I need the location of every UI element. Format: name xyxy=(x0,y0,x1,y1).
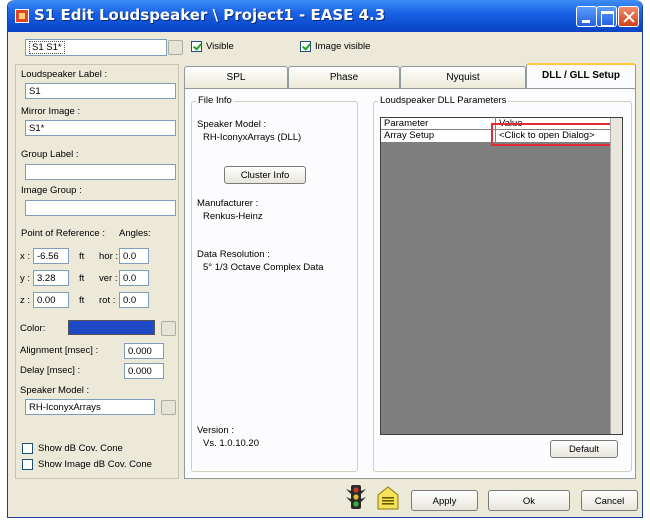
group-label-label: Group Label : xyxy=(21,149,79,160)
delay-input[interactable]: 0.000 xyxy=(124,363,164,379)
maximize-button[interactable] xyxy=(596,6,617,27)
left-properties-panel: Loudspeaker Label : S1 Mirror Image : S1… xyxy=(15,64,179,479)
color-picker-button[interactable] xyxy=(161,321,176,336)
document-icon[interactable] xyxy=(376,486,400,510)
show-db-cov-cone-label: Show dB Cov. Cone xyxy=(38,443,123,454)
close-button[interactable] xyxy=(618,6,639,27)
manufacturer-label: Manufacturer : xyxy=(197,198,259,209)
version-value: Vs. 1.0.10.20 xyxy=(203,438,259,449)
cluster-info-button[interactable]: Cluster Info xyxy=(224,166,306,184)
cancel-button[interactable]: Cancel xyxy=(581,490,638,511)
group-label-input[interactable] xyxy=(25,164,176,180)
hor-label: hor : xyxy=(99,251,119,262)
file-info-group xyxy=(191,101,358,472)
delay-label: Delay [msec] : xyxy=(20,365,81,376)
tab-nyquist-label: Nyquist xyxy=(446,72,480,83)
y-unit: ft xyxy=(79,273,85,284)
visible-label: Visible xyxy=(206,41,234,52)
z-unit: ft xyxy=(79,295,85,306)
speaker-model-label: Speaker Model : xyxy=(20,385,90,396)
visible-checkbox[interactable] xyxy=(191,41,202,52)
tab-phase[interactable]: Phase xyxy=(288,66,400,88)
x-input[interactable]: -6.56 xyxy=(33,248,69,264)
parameters-grid[interactable]: Parameter Value Array Setup <Click to op… xyxy=(380,117,623,435)
color-label: Color: xyxy=(20,323,46,334)
manufacturer-value: Renkus-Heinz xyxy=(203,211,263,222)
x-unit: ft xyxy=(79,251,85,262)
ver-label: ver : xyxy=(99,273,118,284)
y-input[interactable]: 3.28 xyxy=(33,270,69,286)
loudspeaker-label-label: Loudspeaker Label : xyxy=(21,69,108,80)
speaker-model-info-value: RH-IconyxArrays (DLL) xyxy=(203,132,302,143)
y-label: y : xyxy=(20,273,31,284)
tab-nyquist[interactable]: Nyquist xyxy=(400,66,526,88)
selector-dropdown-button[interactable] xyxy=(168,40,183,55)
z-input[interactable]: 0.00 xyxy=(33,292,69,308)
show-db-cov-cone-checkbox[interactable] xyxy=(22,443,33,454)
app-icon xyxy=(15,9,29,23)
mirror-image-label: Mirror Image : xyxy=(21,106,81,117)
highlight-box xyxy=(491,123,619,146)
image-visible-label: Image visible xyxy=(315,41,371,52)
traffic-light-icon[interactable] xyxy=(346,485,366,511)
rot-input[interactable]: 0.0 xyxy=(119,292,149,308)
edit-loudspeaker-window: S1 Edit Loudspeaker \ Project1 - EASE 4.… xyxy=(7,0,643,518)
image-visible-checkbox[interactable] xyxy=(300,41,311,52)
version-label: Version : xyxy=(197,425,234,436)
z-label: z : xyxy=(20,295,31,306)
hor-input[interactable]: 0.0 xyxy=(119,248,149,264)
tab-dll-gll-setup-label: DLL / GLL Setup xyxy=(542,70,620,81)
ver-input[interactable]: 0.0 xyxy=(119,270,149,286)
mirror-image-input[interactable]: S1* xyxy=(25,120,176,136)
apply-button[interactable]: Apply xyxy=(411,490,478,511)
show-image-db-cov-cone-checkbox[interactable] xyxy=(22,459,33,470)
show-image-db-cov-cone-label: Show Image dB Cov. Cone xyxy=(38,459,152,470)
loudspeaker-selector-value: S1 S1* xyxy=(29,41,65,54)
grid-scrollbar[interactable] xyxy=(610,118,622,434)
angles-label: Angles: xyxy=(119,228,151,239)
title-bar[interactable]: S1 Edit Loudspeaker \ Project1 - EASE 4.… xyxy=(8,0,642,32)
alignment-input[interactable]: 0.000 xyxy=(124,343,164,359)
minimize-button[interactable] xyxy=(576,6,597,27)
tab-spl[interactable]: SPL xyxy=(184,66,288,88)
file-info-title: File Info xyxy=(196,95,234,106)
speaker-model-input[interactable]: RH-IconyxArrays xyxy=(25,399,155,415)
image-group-label: Image Group : xyxy=(21,185,82,196)
rot-label: rot : xyxy=(99,295,116,306)
alignment-label: Alignment [msec] : xyxy=(20,345,99,356)
loudspeaker-selector[interactable]: S1 S1* xyxy=(25,39,167,56)
data-resolution-value: 5° 1/3 Octave Complex Data xyxy=(203,262,324,273)
tab-dll-gll-setup[interactable]: DLL / GLL Setup xyxy=(526,63,636,89)
ok-button[interactable]: Ok xyxy=(488,490,570,511)
color-swatch[interactable] xyxy=(68,320,155,335)
dll-parameters-title: Loudspeaker DLL Parameters xyxy=(378,95,509,106)
tab-spl-label: SPL xyxy=(226,72,246,83)
toolbar: S1 S1* Visible Image visible xyxy=(8,32,642,60)
point-of-reference-label: Point of Reference : xyxy=(21,228,105,239)
row-parameter-array-setup: Array Setup xyxy=(384,130,435,141)
tab-content: File Info Speaker Model : RH-IconyxArray… xyxy=(184,88,636,479)
speaker-model-info-label: Speaker Model : xyxy=(197,119,267,130)
window-title: S1 Edit Loudspeaker \ Project1 - EASE 4.… xyxy=(34,6,386,24)
loudspeaker-label-input[interactable]: S1 xyxy=(25,83,176,99)
x-label: x : xyxy=(20,251,31,262)
tab-phase-label: Phase xyxy=(329,72,359,83)
speaker-model-browse-button[interactable] xyxy=(161,400,176,415)
image-group-input[interactable] xyxy=(25,200,176,216)
data-resolution-label: Data Resolution : xyxy=(197,249,270,260)
default-button[interactable]: Default xyxy=(550,440,618,458)
